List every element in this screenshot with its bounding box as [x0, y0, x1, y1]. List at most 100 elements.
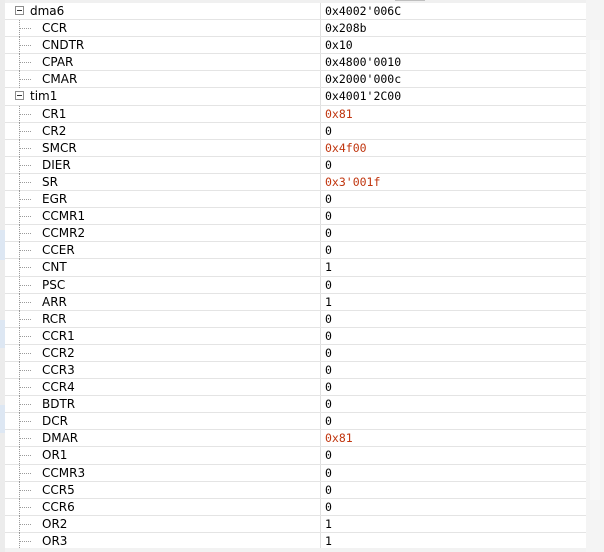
- register-row[interactable]: CCMR3 0: [5, 464, 586, 482]
- register-value[interactable]: 0: [325, 447, 332, 463]
- group-name: dma6: [30, 4, 65, 18]
- collapse-minus-icon[interactable]: [15, 6, 24, 15]
- register-row[interactable]: CCR5 0: [5, 481, 586, 499]
- register-name: CCMR2: [42, 226, 86, 241]
- register-row[interactable]: CCR4 0: [5, 379, 586, 397]
- register-name: CNDTR: [42, 38, 85, 53]
- register-row[interactable]: BDTR 0: [5, 396, 586, 414]
- register-value[interactable]: 0: [325, 123, 332, 139]
- register-row[interactable]: EGR 0: [5, 191, 586, 209]
- register-value[interactable]: 1: [325, 533, 332, 549]
- register-row[interactable]: ARR 1: [5, 293, 586, 311]
- column-divider: [320, 361, 321, 379]
- group-name: tim1: [30, 89, 58, 104]
- column-divider: [320, 3, 321, 20]
- tree-connector-horizontal: [19, 181, 31, 184]
- collapse-minus-icon[interactable]: [15, 91, 24, 101]
- tree-connector-horizontal: [19, 216, 31, 218]
- register-row[interactable]: SMCR 0x4f00: [5, 139, 586, 157]
- register-name: CMAR: [42, 72, 78, 87]
- register-value[interactable]: 0x4f00: [325, 140, 367, 156]
- column-divider: [320, 88, 321, 105]
- register-value[interactable]: 0: [325, 242, 332, 258]
- register-name: CCMR3: [42, 465, 86, 480]
- column-divider: [320, 105, 321, 122]
- register-value[interactable]: 0: [325, 465, 332, 481]
- register-value[interactable]: 0: [325, 413, 332, 429]
- register-value[interactable]: 0x3'001f: [325, 174, 380, 190]
- register-value[interactable]: 0: [325, 482, 332, 498]
- register-value[interactable]: 1: [325, 259, 332, 275]
- register-value[interactable]: 0: [325, 379, 332, 395]
- tree-connector-horizontal: [19, 335, 31, 338]
- register-value[interactable]: 0x4800'0010: [325, 54, 401, 70]
- column-divider: [320, 413, 321, 430]
- column-divider: [320, 122, 321, 139]
- register-name: CCR2: [42, 345, 75, 360]
- column-divider: [320, 498, 321, 515]
- tree-connector-horizontal: [19, 28, 31, 30]
- register-value[interactable]: 1: [325, 516, 332, 532]
- register-row[interactable]: CR1 0x81: [5, 105, 586, 123]
- register-row[interactable]: CCR1 0: [5, 327, 586, 345]
- register-row[interactable]: OR2 1: [5, 515, 586, 533]
- register-value[interactable]: 0: [325, 328, 332, 344]
- register-value[interactable]: 0: [325, 208, 332, 224]
- register-value[interactable]: 0x81: [325, 106, 353, 122]
- tree-connector-horizontal: [19, 506, 31, 509]
- register-value[interactable]: 0x208b: [325, 20, 367, 36]
- register-value[interactable]: 0x10: [325, 37, 353, 53]
- register-row[interactable]: DMAR 0x81: [5, 430, 586, 448]
- register-row[interactable]: DIER 0: [5, 156, 586, 174]
- register-row[interactable]: CCR6 0: [5, 498, 586, 516]
- register-value[interactable]: 0: [325, 191, 332, 207]
- register-row[interactable]: RCR 0: [5, 310, 586, 328]
- vertical-scrollbar[interactable]: [586, 0, 604, 552]
- group-row-tim1[interactable]: tim1 0x4001'2C00: [5, 88, 586, 106]
- column-divider: [320, 225, 321, 242]
- register-row[interactable]: OR1 0: [5, 447, 586, 465]
- register-row[interactable]: CCMR1 0: [5, 208, 586, 226]
- register-row[interactable]: CNT 1: [5, 259, 586, 277]
- register-value[interactable]: 0: [325, 499, 332, 515]
- register-row[interactable]: CCER 0: [5, 242, 586, 260]
- register-value[interactable]: 0: [325, 362, 332, 378]
- tree-connector-horizontal: [19, 318, 31, 321]
- tree-connector-horizontal: [19, 438, 31, 440]
- group-address-value[interactable]: 0x4002'006C: [325, 3, 401, 19]
- register-row[interactable]: PSC 0: [5, 276, 586, 294]
- register-value[interactable]: 0x81: [325, 430, 353, 446]
- register-value[interactable]: 0: [325, 277, 332, 293]
- register-value[interactable]: 0: [325, 225, 332, 241]
- column-divider: [320, 139, 321, 156]
- register-row[interactable]: SR 0x3'001f: [5, 173, 586, 192]
- register-value[interactable]: 0: [325, 345, 332, 361]
- register-value[interactable]: 0: [325, 311, 332, 327]
- column-divider: [320, 242, 321, 259]
- group-address-value[interactable]: 0x4001'2C00: [325, 88, 401, 104]
- register-row[interactable]: CMAR 0x2000'000c: [5, 71, 586, 89]
- tree-connector-horizontal: [19, 284, 31, 287]
- scrollbar-thumb[interactable]: [590, 40, 600, 500]
- column-divider: [320, 481, 321, 498]
- register-row[interactable]: CPAR 0x4800'0010: [5, 54, 586, 72]
- register-row[interactable]: CCR3 0: [5, 361, 586, 380]
- register-row[interactable]: CCR2 0: [5, 344, 586, 362]
- tree-connector-horizontal: [19, 233, 31, 235]
- register-value[interactable]: 0x2000'000c: [325, 71, 401, 87]
- register-row[interactable]: CCR 0x208b: [5, 20, 586, 38]
- register-name: CCR6: [42, 499, 75, 514]
- register-row[interactable]: CR2 0: [5, 122, 586, 140]
- register-value[interactable]: 0: [325, 396, 332, 412]
- register-name: CCR3: [42, 362, 75, 377]
- tree-connector-horizontal: [19, 267, 31, 269]
- group-row-dma6[interactable]: dma6 0x4002'006C: [5, 3, 586, 21]
- tree-connector-horizontal: [19, 164, 31, 167]
- column-divider: [320, 20, 321, 37]
- register-value[interactable]: 0: [325, 157, 332, 173]
- register-value[interactable]: 1: [325, 294, 332, 310]
- register-row[interactable]: DCR 0: [5, 413, 586, 431]
- register-row[interactable]: CCMR2 0: [5, 225, 586, 243]
- register-row[interactable]: CNDTR 0x10: [5, 37, 586, 55]
- register-name: CCMR1: [42, 209, 86, 224]
